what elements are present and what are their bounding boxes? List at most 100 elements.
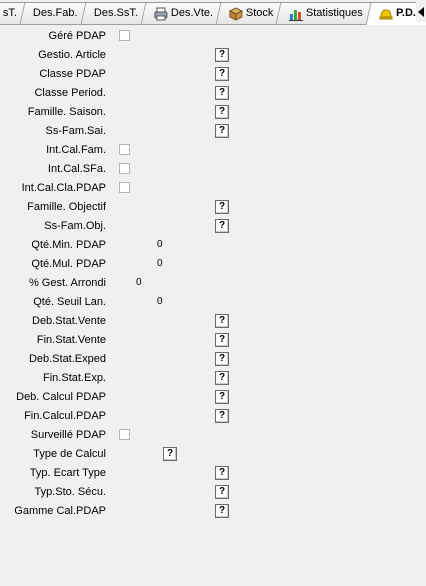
gere-pdap-checkbox[interactable] xyxy=(119,30,130,41)
tab-label: Des.Fab. xyxy=(32,7,78,19)
field-label: Fin.Calcul.PDAP xyxy=(24,410,106,422)
field-row-deb-stat-vente: Deb.Stat.Vente? xyxy=(0,312,426,330)
bar-chart-icon xyxy=(289,7,304,21)
field-row-classe-pdap: Classe PDAP? xyxy=(0,65,426,83)
deb-stat-vente-help-button[interactable]: ? xyxy=(215,314,229,328)
ss-fam-sai-help-button[interactable]: ? xyxy=(215,124,229,138)
field-row-deb-stat-exped: Deb.Stat.Exped? xyxy=(0,350,426,368)
qte-mul-pdap-value[interactable]: 0 xyxy=(157,255,163,273)
field-row-typ-ecart-type: Typ. Ecart Type? xyxy=(0,464,426,482)
famille-saison-help-button[interactable]: ? xyxy=(215,105,229,119)
field-row-fin-stat-exp: Fin.Stat.Exp.? xyxy=(0,369,426,387)
field-row-gere-pdap: Géré PDAP xyxy=(0,27,426,45)
deb-stat-exped-help-button[interactable]: ? xyxy=(215,352,229,366)
field-label: Ss-Fam.Obj. xyxy=(44,220,106,232)
tab-label: Des.Vte. xyxy=(170,7,213,19)
field-row-fin-stat-vente: Fin.Stat.Vente? xyxy=(0,331,426,349)
qte-min-pdap-value[interactable]: 0 xyxy=(157,236,163,254)
field-label: Surveillé PDAP xyxy=(30,429,106,441)
int-cal-fam-checkbox[interactable] xyxy=(119,144,130,155)
field-row-int-cal-cla-pdap: Int.Cal.Cla.PDAP xyxy=(0,179,426,197)
gest-arrondi-value[interactable]: 0 xyxy=(136,274,142,292)
field-label: Classe PDAP xyxy=(39,68,106,80)
field-row-surveille-pdap: Surveillé PDAP xyxy=(0,426,426,444)
tab-des-sst[interactable]: Des.SsT. xyxy=(80,2,150,24)
field-label: Fin.Stat.Vente xyxy=(36,334,106,346)
fin-stat-exp-help-button[interactable]: ? xyxy=(215,371,229,385)
field-row-ss-fam-sai: Ss-Fam.Sai.? xyxy=(0,122,426,140)
field-label: Gestio. Article xyxy=(38,49,106,61)
field-label: Typ. Ecart Type xyxy=(29,467,106,479)
surveille-pdap-checkbox[interactable] xyxy=(119,429,130,440)
tab-des-fab[interactable]: Des.Fab. xyxy=(19,2,90,24)
tab-strip: sT. Des.Fab. Des.SsT. Des.Vte. Stock Statisti… xyxy=(0,2,426,25)
field-row-int-cal-sfa: Int.Cal.SFa. xyxy=(0,160,426,178)
box-icon xyxy=(228,6,243,21)
field-label: Int.Cal.Cla.PDAP xyxy=(21,182,106,194)
gestio-article-help-button[interactable]: ? xyxy=(215,48,229,62)
field-label: Typ.Sto. Sécu. xyxy=(34,486,106,498)
field-label: Int.Cal.SFa. xyxy=(47,163,106,175)
field-label: Qté.Mul. PDAP xyxy=(31,258,106,270)
tab-bar: sT. Des.Fab. Des.SsT. Des.Vte. Stock Statisti… xyxy=(0,0,426,25)
typ-sto-secu-help-button[interactable]: ? xyxy=(215,485,229,499)
tab-stock[interactable]: Stock xyxy=(215,2,285,24)
fin-stat-vente-help-button[interactable]: ? xyxy=(215,333,229,347)
tab-content: Stock xyxy=(228,3,274,24)
classe-period-help-button[interactable]: ? xyxy=(215,86,229,100)
fin-calcul-pdap-help-button[interactable]: ? xyxy=(215,409,229,423)
tab-des-vte[interactable]: Des.Vte. xyxy=(140,2,225,24)
field-row-deb-calcul-pdap: Deb. Calcul PDAP? xyxy=(0,388,426,406)
tab-statistiques[interactable]: Statistiques xyxy=(276,2,375,24)
gamme-cal-pdap-help-button[interactable]: ? xyxy=(215,504,229,518)
tab-label: Statistiques xyxy=(306,7,364,19)
field-label: Qté.Min. PDAP xyxy=(31,239,106,251)
field-label: Fin.Stat.Exp. xyxy=(43,372,106,384)
printer-icon xyxy=(154,7,168,21)
field-row-fin-calcul-pdap: Fin.Calcul.PDAP? xyxy=(0,407,426,425)
tab-label: Stock xyxy=(245,7,274,19)
field-label: Type de Calcul xyxy=(33,448,106,460)
tab-label: sT. xyxy=(2,7,17,19)
deb-calcul-pdap-help-button[interactable]: ? xyxy=(215,390,229,404)
field-label: Gamme Cal.PDAP xyxy=(14,505,106,517)
field-label: Deb.Stat.Vente xyxy=(32,315,106,327)
field-label: Qté. Seuil Lan. xyxy=(33,296,106,308)
ss-fam-obj-help-button[interactable]: ? xyxy=(215,219,229,233)
tab-content: Des.SsT. xyxy=(94,3,138,24)
tab-content: Des.Fab. xyxy=(33,3,78,24)
field-row-gest-arrondi: % Gest. Arrondi 0 xyxy=(0,274,426,292)
hard-hat-icon xyxy=(379,7,393,21)
field-label: Deb.Stat.Exped xyxy=(28,353,106,365)
int-cal-sfa-checkbox[interactable] xyxy=(119,163,130,174)
field-row-gamme-cal-pdap: Gamme Cal.PDAP? xyxy=(0,502,426,520)
field-row-ss-fam-obj: Ss-Fam.Obj.? xyxy=(0,217,426,235)
tab-content: sT. xyxy=(3,3,17,24)
classe-pdap-help-button[interactable]: ? xyxy=(215,67,229,81)
field-label: Géré PDAP xyxy=(48,30,106,42)
field-row-type-de-calcul: Type de Calcul? xyxy=(0,445,426,463)
type-de-calcul-help-button[interactable]: ? xyxy=(163,447,177,461)
tab-content: Statistiques xyxy=(289,3,363,24)
tab-scroll-left-arrow[interactable] xyxy=(416,2,426,22)
field-row-qte-min-pdap: Qté.Min. PDAP 0 xyxy=(0,236,426,254)
field-label: Int.Cal.Fam. xyxy=(46,144,106,156)
field-label: Classe Period. xyxy=(34,87,106,99)
field-row-int-cal-fam: Int.Cal.Fam. xyxy=(0,141,426,159)
field-row-famille-objectif: Famille. Objectif? xyxy=(0,198,426,216)
field-label: Ss-Fam.Sai. xyxy=(45,125,106,137)
field-label: Deb. Calcul PDAP xyxy=(16,391,106,403)
typ-ecart-type-help-button[interactable]: ? xyxy=(215,466,229,480)
field-label: % Gest. Arrondi xyxy=(28,277,106,289)
field-row-gestio-article: Gestio. Article? xyxy=(0,46,426,64)
field-row-qte-seuil-lan: Qté. Seuil Lan. 0 xyxy=(0,293,426,311)
tab-content: Des.Vte. xyxy=(154,3,213,24)
int-cal-cla-pdap-checkbox[interactable] xyxy=(119,182,130,193)
famille-objectif-help-button[interactable]: ? xyxy=(215,200,229,214)
field-row-qte-mul-pdap: Qté.Mul. PDAP 0 xyxy=(0,255,426,273)
qte-seuil-lan-value[interactable]: 0 xyxy=(157,293,163,311)
field-row-classe-period: Classe Period.? xyxy=(0,84,426,102)
field-row-famille-saison: Famille. Saison.? xyxy=(0,103,426,121)
tab-label: Des.SsT. xyxy=(93,7,138,19)
field-label: Famille. Objectif xyxy=(27,201,106,213)
